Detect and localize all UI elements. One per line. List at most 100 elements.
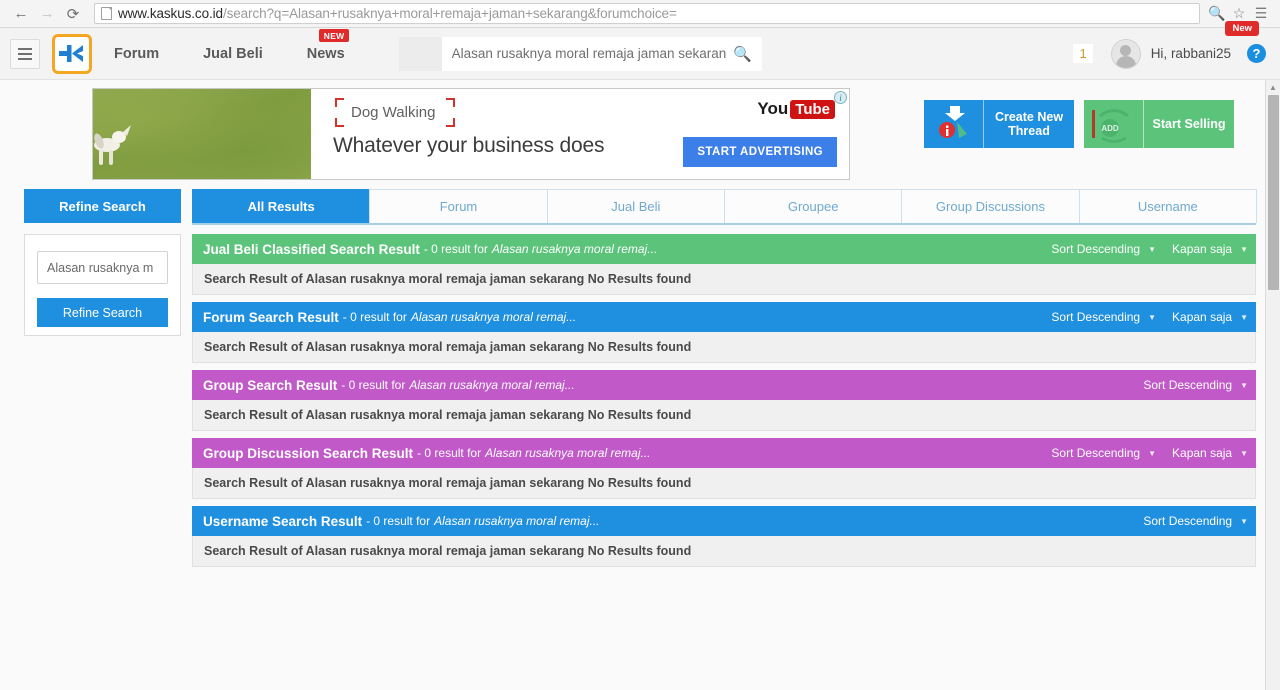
result-count: - 0 result for <box>423 242 488 256</box>
user-new-badge: New <box>1225 21 1259 36</box>
nav-news-new-badge: NEW <box>318 28 350 42</box>
back-arrow-icon[interactable]: ← <box>8 3 34 25</box>
result-block: Forum Search Result - 0 result for Alasa… <box>192 302 1256 363</box>
page-scrollbar[interactable]: ▲ <box>1265 80 1280 690</box>
svg-text:ADD: ADD <box>1101 124 1119 133</box>
sort-descending-label: Sort Descending <box>1051 446 1141 460</box>
sort-descending-dropdown[interactable]: Sort Descending ▼ <box>1143 514 1248 528</box>
result-body-text: Search Result of Alasan rusaknya moral r… <box>192 536 1256 567</box>
nav-forum[interactable]: Forum <box>114 46 159 62</box>
result-header: Username Search Result - 0 result for Al… <box>192 506 1256 536</box>
nav-news[interactable]: News NEW <box>306 28 350 62</box>
result-header: Group Search Result - 0 result for Alasa… <box>192 370 1256 400</box>
tab-all-results[interactable]: All Results <box>192 189 371 223</box>
tab-groupee[interactable]: Groupee <box>723 189 903 223</box>
result-body-text: Search Result of Alasan rusaknya moral r… <box>192 332 1256 363</box>
kaskus-logo[interactable] <box>52 33 92 74</box>
result-block: Username Search Result - 0 result for Al… <box>192 506 1256 567</box>
download-info-icon <box>924 100 984 148</box>
bracket-bottom-left-icon <box>335 118 344 127</box>
result-query: Alasan rusaknya moral remaj... <box>485 446 651 460</box>
header-search-box[interactable]: 🔍 <box>441 36 762 71</box>
result-block: Group Search Result - 0 result for Alasa… <box>192 370 1256 431</box>
page-document-icon <box>101 7 112 20</box>
message-count-badge[interactable]: 1 <box>1073 44 1093 63</box>
reload-icon[interactable]: ⟳ <box>60 3 86 25</box>
sort-descending-dropdown[interactable]: Sort Descending ▼ <box>1143 378 1248 392</box>
time-filter-dropdown[interactable]: Kapan saja ▼ <box>1172 446 1248 460</box>
result-count: - 0 result for <box>341 378 406 392</box>
bracket-bottom-right-icon <box>446 118 456 127</box>
ad-kicker: Dog Walking <box>333 98 457 127</box>
start-advertising-button[interactable]: START ADVERTISING <box>683 137 837 167</box>
tab-forum[interactable]: Forum <box>369 189 548 223</box>
time-filter-dropdown[interactable]: Kapan saja ▼ <box>1172 242 1248 256</box>
start-selling-label: Start Selling <box>1152 116 1226 131</box>
result-body-text: Search Result of Alasan rusaknya moral r… <box>192 468 1256 499</box>
tabs-row: Refine Search All Results Forum Jual Bel… <box>24 189 1257 225</box>
nav-jual-beli-label: Jual Beli <box>203 45 263 62</box>
result-block: Group Discussion Search Result - 0 resul… <box>192 438 1256 499</box>
refine-search-button[interactable]: Refine Search <box>37 298 168 327</box>
search-tabs: All Results Forum Jual Beli Groupee Grou… <box>192 189 1257 225</box>
ad-body: Dog Walking Whatever your business does … <box>311 89 849 179</box>
search-input[interactable] <box>451 46 727 61</box>
avatar[interactable] <box>1110 38 1141 69</box>
kaskus-k-glyph <box>59 44 83 62</box>
refine-search-input[interactable] <box>37 251 168 284</box>
forward-arrow-icon[interactable]: → <box>34 3 60 25</box>
header-right-cluster: 1 Hi, rabbani25 New ? <box>1073 21 1266 69</box>
sort-descending-dropdown[interactable]: Sort Descending ▼ <box>1051 310 1156 324</box>
sort-descending-dropdown[interactable]: Sort Descending ▼ <box>1051 446 1156 460</box>
help-question-icon[interactable]: ? <box>1247 44 1266 63</box>
ad-strip: Dog Walking Whatever your business does … <box>0 80 1280 180</box>
chevron-down-icon: ▼ <box>1240 244 1248 254</box>
tab-username[interactable]: Username <box>1078 189 1257 223</box>
tab-group-discussions[interactable]: Group Discussions <box>901 189 1080 223</box>
sort-descending-dropdown[interactable]: Sort Descending ▼ <box>1051 242 1156 256</box>
search-icon[interactable]: 🔍 <box>727 45 752 63</box>
scrollbar-thumb[interactable] <box>1268 95 1279 290</box>
scroll-up-arrow-icon[interactable]: ▲ <box>1266 80 1280 95</box>
result-title: Username Search Result <box>203 513 363 529</box>
site-header: Forum Jual Beli News NEW 🔍 1 Hi, rabbani… <box>0 21 1280 80</box>
nav-jual-beli[interactable]: Jual Beli <box>203 46 263 62</box>
address-bar[interactable]: www.kaskus.co.id/search?q=Alasan+rusakny… <box>94 3 1200 24</box>
sort-descending-label: Sort Descending <box>1051 310 1141 324</box>
create-new-thread-button[interactable]: Create New Thread <box>924 100 1074 148</box>
result-block: Jual Beli Classified Search Result - 0 r… <box>192 234 1256 295</box>
ad-image-grass <box>93 89 311 179</box>
hamburger-icon[interactable] <box>10 38 40 69</box>
result-title: Jual Beli Classified Search Result <box>203 241 420 257</box>
youtube-logo: You Tube <box>757 99 835 119</box>
selling-icon-glyph: ADD <box>1091 109 1129 143</box>
avatar-body-shape <box>1115 55 1136 68</box>
nav-news-label: News <box>306 45 345 62</box>
result-sort-controls: Sort Descending ▼ Kapan saja ▼ <box>1035 446 1248 460</box>
chevron-down-icon: ▼ <box>1148 312 1157 322</box>
youtube-you-text: You <box>757 99 789 118</box>
result-title: Group Discussion Search Result <box>203 445 414 461</box>
tab-jual-beli[interactable]: Jual Beli <box>546 189 725 223</box>
result-title: Forum Search Result <box>203 309 339 325</box>
result-header: Jual Beli Classified Search Result - 0 r… <box>192 234 1256 264</box>
header-search-area: 🔍 <box>398 36 762 71</box>
sort-descending-label: Sort Descending <box>1143 378 1233 392</box>
time-filter-dropdown[interactable]: Kapan saja ▼ <box>1172 310 1248 324</box>
time-filter-label: Kapan saja <box>1172 242 1233 256</box>
adchoices-info-icon[interactable]: i <box>834 91 847 104</box>
result-header: Forum Search Result - 0 result for Alasa… <box>192 302 1256 332</box>
url-path: /search?q=Alasan+rusaknya+moral+remaja+j… <box>222 6 677 21</box>
result-title: Group Search Result <box>203 377 338 393</box>
url-text: www.kaskus.co.id/search?q=Alasan+rusakny… <box>118 6 677 21</box>
refine-search-tab[interactable]: Refine Search <box>24 189 181 223</box>
top-advertisement[interactable]: Dog Walking Whatever your business does … <box>92 88 850 180</box>
result-sort-controls: Sort Descending ▼ Kapan saja ▼ <box>1035 310 1248 324</box>
user-greeting[interactable]: Hi, rabbani25 New <box>1151 21 1259 61</box>
chevron-down-icon: ▼ <box>1240 312 1248 322</box>
result-sort-controls: Sort Descending ▼ <box>1127 378 1248 392</box>
start-selling-button[interactable]: ADD Start Selling <box>1084 100 1234 148</box>
result-header: Group Discussion Search Result - 0 resul… <box>192 438 1256 468</box>
bracket-top-left-icon <box>335 98 344 107</box>
result-query: Alasan rusaknya moral remaj... <box>491 242 658 256</box>
